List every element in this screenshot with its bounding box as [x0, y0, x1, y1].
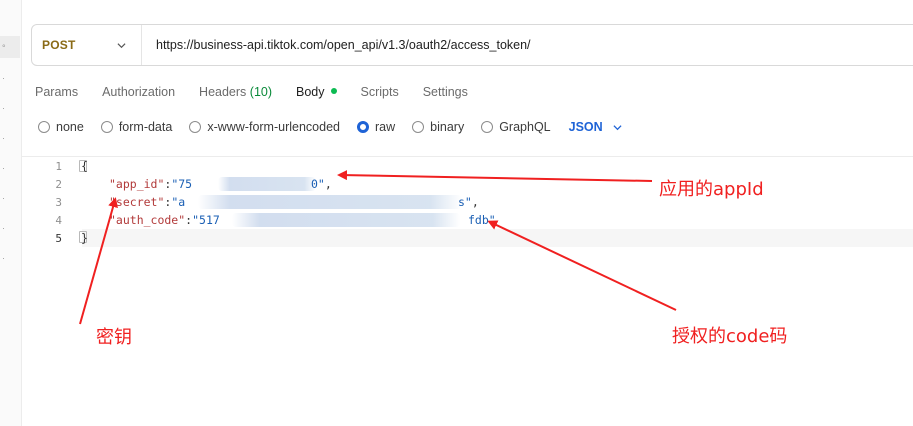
postman-request-window: ° · · · · · · · POST https://business-ap…: [0, 0, 913, 426]
arrow-to-secret: [79, 197, 118, 325]
annotation-secret: 密钥: [96, 327, 132, 348]
annotation-arrows: [79, 170, 677, 325]
arrow-to-app-id: [337, 170, 653, 182]
arrow-to-auth-code: [487, 220, 677, 311]
annotation-app-id: 应用的appId: [659, 179, 764, 200]
annotation-auth-code: 授权的code码: [672, 326, 788, 347]
